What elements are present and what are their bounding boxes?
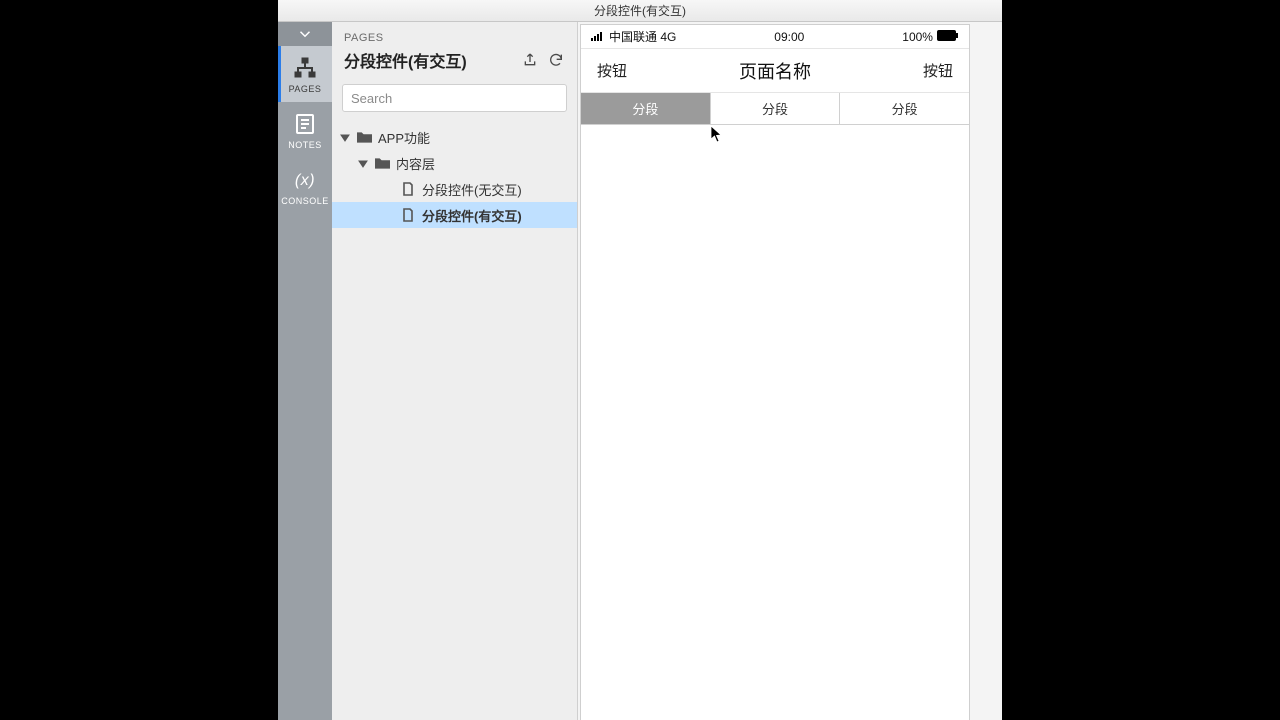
- tree-label: 分段控件(无交互): [422, 180, 522, 199]
- segment-2[interactable]: 分段: [711, 93, 841, 124]
- page-icon: [400, 181, 416, 197]
- tree-folder-content[interactable]: 内容层: [332, 150, 577, 176]
- rail-item-pages[interactable]: PAGES: [278, 46, 332, 102]
- clock-label: 09:00: [774, 30, 804, 44]
- tree-label: 分段控件(有交互): [422, 206, 522, 225]
- carrier-label: 中国联通 4G: [609, 28, 676, 45]
- nav-left-button[interactable]: 按钮: [597, 60, 627, 81]
- battery-icon: [937, 30, 959, 44]
- tree-label: 内容层: [396, 154, 435, 173]
- share-icon: [522, 52, 538, 68]
- pages-panel: PAGES 分段控件(有交互): [332, 22, 578, 720]
- caret-icon: [340, 131, 352, 143]
- nav-bar: 按钮 页面名称 按钮: [581, 49, 969, 93]
- tree-page-nointeract[interactable]: 分段控件(无交互): [332, 176, 577, 202]
- refresh-button[interactable]: [547, 51, 565, 69]
- segmented-control: 分段 分段 分段: [581, 93, 969, 125]
- share-button[interactable]: [521, 51, 539, 69]
- tree-label: APP功能: [378, 128, 430, 147]
- rail-item-console[interactable]: (x) CONSOLE: [278, 158, 332, 214]
- preview-canvas: 中国联通 4G 09:00 100% 按钮 页面名称 按钮: [578, 22, 1002, 720]
- nav-right-button[interactable]: 按钮: [923, 60, 953, 81]
- main-area: PAGES NOTES (x) CONSOLE PA: [278, 22, 1002, 720]
- search-wrap: [332, 78, 577, 120]
- page-tree: APP功能 内容层 分段控件(无交互) 分段控件(有交互): [332, 120, 577, 720]
- signal-icon: [591, 30, 605, 44]
- caret-spacer: [384, 209, 396, 221]
- rail-collapse-toggle[interactable]: [278, 22, 332, 46]
- left-rail: PAGES NOTES (x) CONSOLE: [278, 22, 332, 720]
- panel-section-label: PAGES: [344, 32, 565, 44]
- tree-page-interact[interactable]: 分段控件(有交互): [332, 202, 577, 228]
- folder-icon: [356, 129, 372, 145]
- app-window: 分段控件(有交互) PAGES: [278, 0, 1002, 720]
- segment-1[interactable]: 分段: [581, 93, 711, 124]
- caret-icon: [358, 157, 370, 169]
- variable-icon: (x): [293, 168, 317, 192]
- search-input[interactable]: [342, 84, 567, 112]
- window-titlebar: 分段控件(有交互): [278, 0, 1002, 22]
- svg-text:(x): (x): [295, 172, 315, 189]
- caret-spacer: [384, 183, 396, 195]
- status-bar: 中国联通 4G 09:00 100%: [581, 25, 969, 49]
- notes-icon: [293, 112, 317, 136]
- segment-3[interactable]: 分段: [840, 93, 969, 124]
- rail-item-label: PAGES: [289, 84, 322, 94]
- tree-folder-app[interactable]: APP功能: [332, 124, 577, 150]
- device-frame: 中国联通 4G 09:00 100% 按钮 页面名称 按钮: [580, 24, 970, 720]
- sitemap-icon: [293, 56, 317, 80]
- chevron-down-icon: [296, 25, 314, 43]
- window-title: 分段控件(有交互): [594, 2, 686, 19]
- battery-label: 100%: [902, 30, 933, 44]
- current-page-title: 分段控件(有交互): [344, 48, 467, 72]
- panel-header: PAGES 分段控件(有交互): [332, 22, 577, 78]
- folder-icon: [374, 155, 390, 171]
- nav-title: 页面名称: [739, 58, 811, 84]
- panel-tools: [521, 51, 565, 69]
- rail-item-notes[interactable]: NOTES: [278, 102, 332, 158]
- rail-item-label: CONSOLE: [281, 196, 329, 206]
- rail-item-label: NOTES: [288, 140, 322, 150]
- page-icon: [400, 207, 416, 223]
- cursor-icon: [710, 125, 724, 143]
- refresh-icon: [548, 52, 564, 68]
